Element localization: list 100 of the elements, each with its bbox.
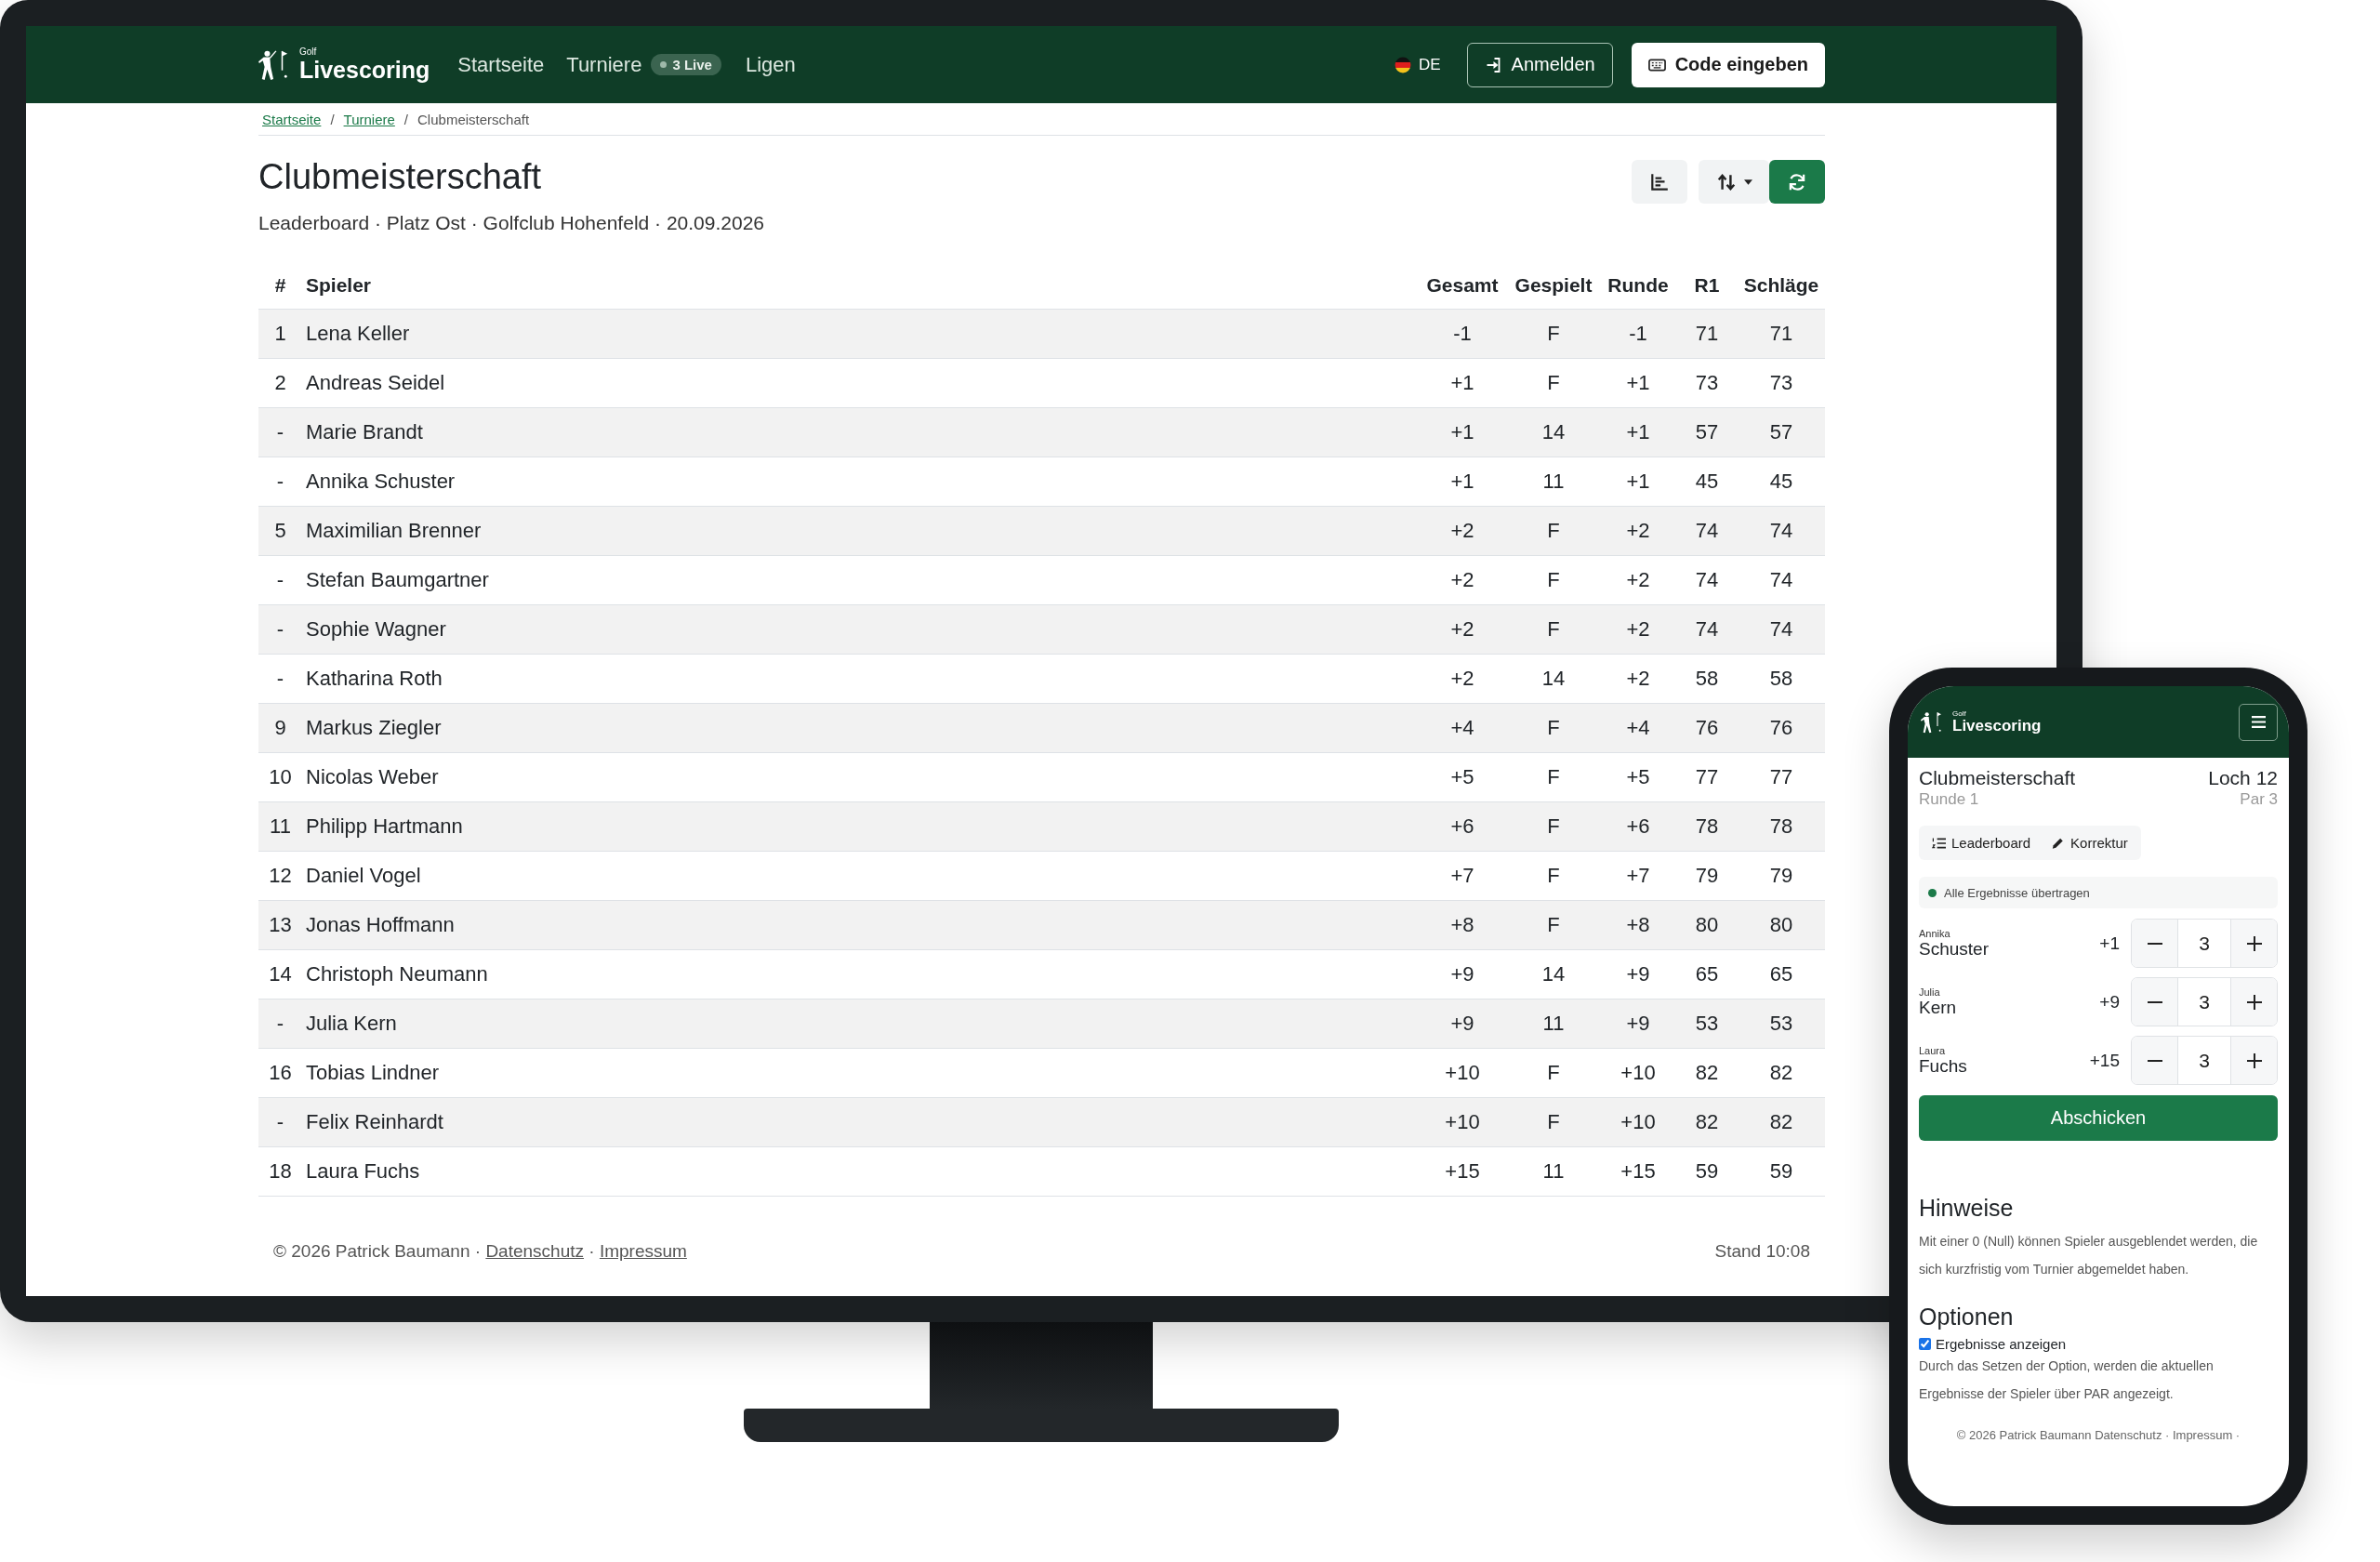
nav-link[interactable]: Turniere — [566, 52, 642, 77]
tab-button[interactable]: Leaderboard — [1926, 831, 2037, 855]
table-cell: - — [258, 604, 302, 655]
keyboard-icon — [1647, 57, 1666, 73]
plus-icon — [2246, 994, 2262, 1010]
breadcrumb-current: Clubmeisterschaft — [417, 111, 530, 127]
strokes-input[interactable]: 3 — [2177, 978, 2231, 1026]
table-cell: 74 — [1738, 506, 1825, 556]
column-header: # — [258, 261, 302, 310]
table-cell: 13 — [258, 900, 302, 950]
nav-link[interactable]: Startseite — [457, 52, 545, 77]
table-cell: Marie Brandt — [302, 407, 1418, 457]
footer-text: © 2026 Patrick Baumann Datenschutz · Impressum · — [1955, 1428, 2241, 1443]
tournament-title: Clubmeisterschaft — [1919, 766, 2076, 790]
increment-button[interactable] — [2231, 1037, 2277, 1085]
table-cell: 80 — [1738, 900, 1825, 950]
table-cell: +15 — [1418, 1146, 1507, 1197]
player-last-name: Kern — [1919, 998, 1958, 1019]
table-cell: F — [1507, 703, 1600, 753]
table-cell: +4 — [1418, 703, 1507, 753]
menu-icon — [2251, 716, 2266, 728]
breadcrumb-link[interactable]: Startseite — [262, 111, 322, 127]
stroke-stepper[interactable]: 3 — [2131, 1036, 2278, 1086]
table-cell: +8 — [1600, 900, 1676, 950]
table-cell: 76 — [1676, 703, 1738, 753]
checkbox[interactable] — [1919, 1338, 1931, 1351]
stroke-stepper[interactable]: 3 — [2131, 977, 2278, 1027]
column-header: R1 — [1676, 261, 1738, 310]
plus-icon — [2246, 935, 2262, 951]
column-header: Spieler — [302, 261, 1418, 310]
increment-button[interactable] — [2231, 978, 2277, 1026]
logo-caption: Golf — [1952, 710, 1967, 718]
live-badge: 3 Live — [651, 54, 721, 75]
hole-label: Loch 12 — [2208, 766, 2278, 790]
table-cell: 59 — [1676, 1146, 1738, 1197]
player-score: +9 — [2099, 991, 2120, 1013]
table-cell: F — [1507, 801, 1600, 852]
minus-icon — [2147, 1059, 2162, 1062]
breadcrumb-separator: / — [330, 111, 335, 127]
column-header: Gesamt — [1418, 261, 1507, 310]
logo-text: Livescoring — [299, 59, 430, 82]
refresh-button[interactable] — [1769, 160, 1825, 204]
table-cell: +9 — [1600, 999, 1676, 1049]
chart-button[interactable] — [1632, 160, 1687, 204]
table-cell: 71 — [1676, 309, 1738, 359]
table-cell: 57 — [1676, 407, 1738, 457]
submit-button[interactable]: Abschicken — [1919, 1095, 2278, 1142]
increment-button[interactable] — [2231, 920, 2277, 968]
stroke-stepper[interactable]: 3 — [2131, 919, 2278, 969]
sort-button[interactable] — [1699, 160, 1769, 204]
section-heading: Optionen — [1919, 1304, 2015, 1331]
table-cell: 80 — [1676, 900, 1738, 950]
refresh-icon — [1787, 171, 1807, 192]
player-score: +1 — [2099, 933, 2120, 954]
caret-icon — [1743, 179, 1752, 185]
breadcrumb-separator: / — [403, 111, 409, 127]
plus-icon — [2246, 1052, 2262, 1068]
table-cell: +9 — [1418, 999, 1507, 1049]
language-link[interactable]: DE — [1418, 55, 1441, 74]
table-cell: 11 — [1507, 999, 1600, 1049]
notes-text: Mit einer 0 (Null) können Spieler ausgeblendet werden, die sich kurzfristig vom Turnier abgemeldet haben. — [1919, 1233, 2259, 1279]
table-cell: 18 — [258, 1146, 302, 1197]
table-cell: 82 — [1738, 1097, 1825, 1147]
table-cell: +6 — [1418, 801, 1507, 852]
player-first-name: Laura — [1919, 1044, 1947, 1057]
column-header: Runde — [1600, 261, 1676, 310]
page-subtitle: Leaderboard · Platz Ost · Golfclub Hohenfeld · 20.09.2026 — [258, 211, 764, 234]
checkbox-label: Ergebnisse anzeigen — [1936, 1336, 2067, 1353]
table-cell: +8 — [1418, 900, 1507, 950]
table-cell: +10 — [1418, 1097, 1507, 1147]
table-cell: +2 — [1600, 506, 1676, 556]
numbered-list-icon — [1932, 836, 1946, 850]
page-title: Clubmeisterschaft — [258, 156, 543, 198]
flag-icon — [1394, 56, 1411, 73]
table-cell: 11 — [1507, 1146, 1600, 1197]
column-header: Schläge — [1738, 261, 1825, 310]
table-cell: +15 — [1600, 1146, 1676, 1197]
footer-link[interactable]: Impressum — [599, 1240, 687, 1261]
table-cell: 74 — [1676, 506, 1738, 556]
nav-link[interactable]: Ligen — [745, 52, 796, 77]
breadcrumb-link[interactable]: Turniere — [343, 111, 395, 127]
menu-button[interactable] — [2239, 703, 2278, 741]
table-cell: - — [258, 1097, 302, 1147]
table-cell: F — [1507, 1097, 1600, 1147]
tab-button[interactable]: Korrektur — [2045, 831, 2134, 855]
enter-code-button[interactable]: Code eingeben — [1631, 42, 1825, 87]
table-cell: - — [258, 407, 302, 457]
footer-link[interactable]: Datenschutz — [485, 1240, 584, 1261]
table-cell: Markus Ziegler — [302, 703, 1418, 753]
table-cell: Sophie Wagner — [302, 604, 1418, 655]
strokes-input[interactable]: 3 — [2177, 920, 2231, 968]
par-label: Par 3 — [2239, 790, 2278, 810]
table-cell: +2 — [1418, 506, 1507, 556]
player-last-name: Schuster — [1919, 939, 1990, 960]
minus-icon — [2147, 942, 2162, 945]
status-dot — [1928, 888, 1937, 897]
table-cell: Julia Kern — [302, 999, 1418, 1049]
login-button[interactable]: Anmelden — [1466, 42, 1613, 87]
table-cell: +10 — [1600, 1097, 1676, 1147]
strokes-input[interactable]: 3 — [2177, 1037, 2231, 1085]
